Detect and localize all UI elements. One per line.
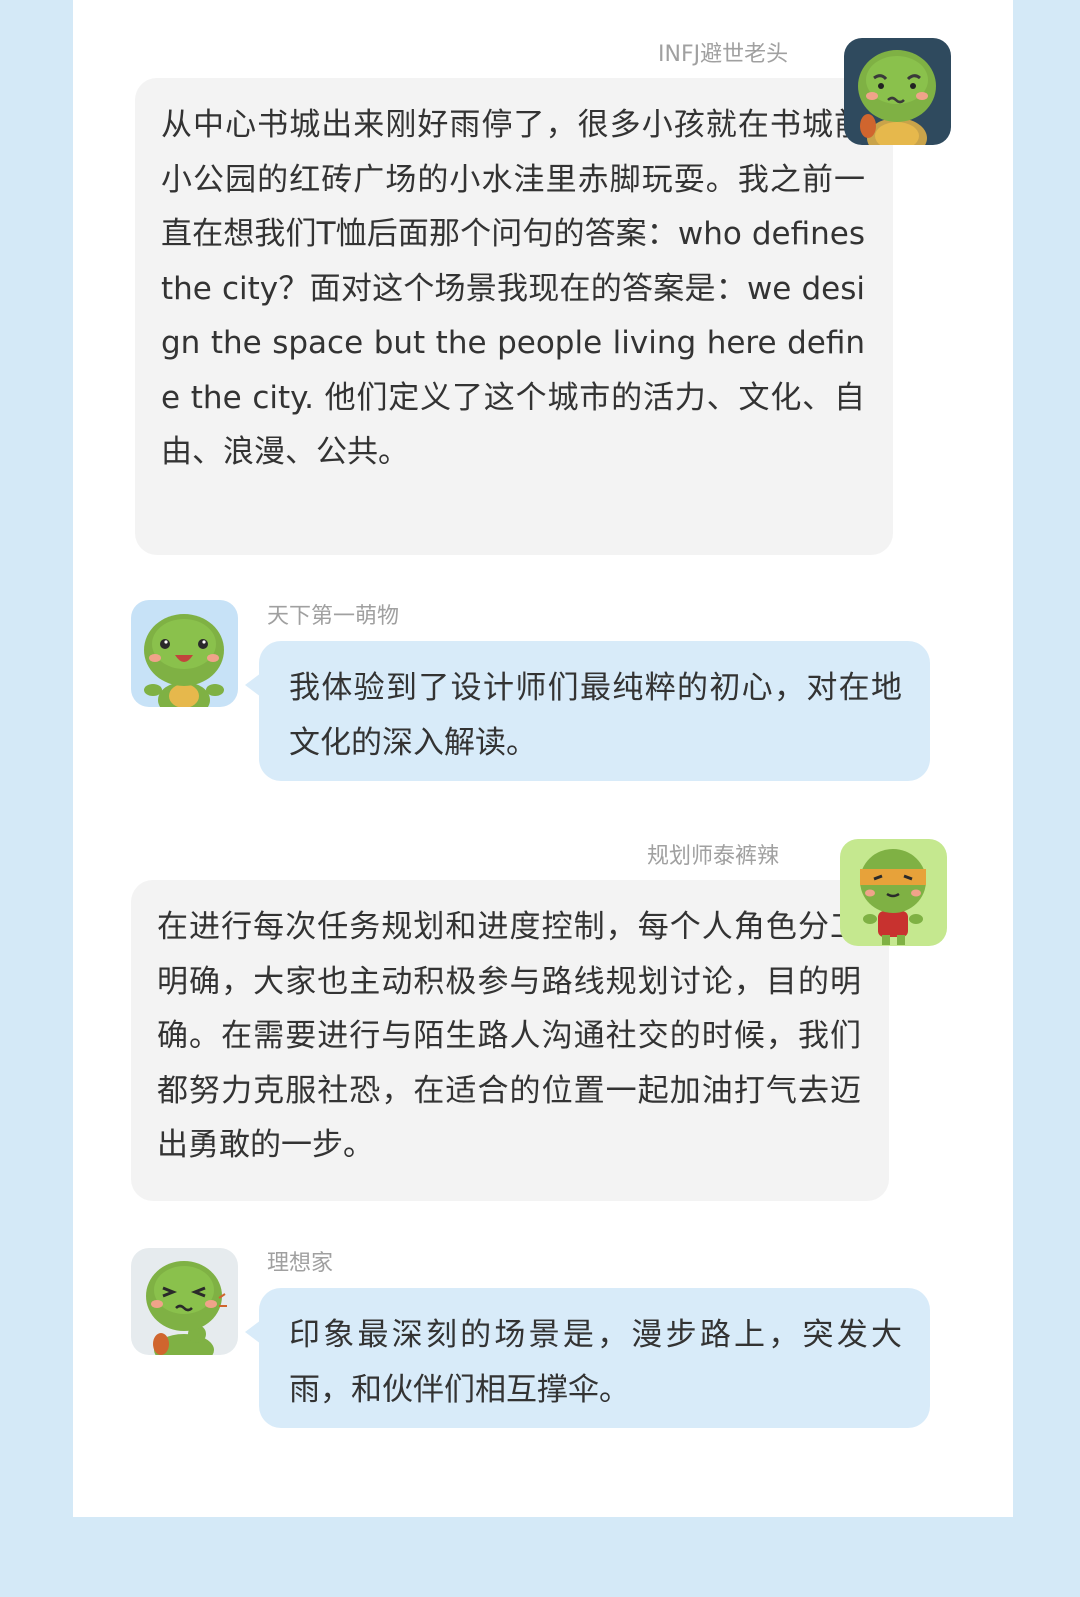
turtle-smiling-avatar-icon[interactable]	[131, 600, 238, 707]
sender-name: 天下第一萌物	[267, 604, 400, 629]
page-frame: INFJ避世老头 从中心书城出来刚好雨停了，很多小孩就在书城前小公园的红砖广场的…	[0, 0, 1080, 1597]
message-bubble: 我体验到了设计师们最纯粹的初心，对在地文化的深入解读。	[245, 641, 930, 781]
sender-name: 理想家	[267, 1251, 334, 1276]
turtle-worried-avatar-icon[interactable]	[844, 38, 951, 145]
turtle-grumpy-avatar-icon[interactable]	[131, 1248, 238, 1355]
sender-name: 规划师泰裤辣	[647, 844, 780, 869]
turtle-ninja-avatar-icon[interactable]	[840, 839, 947, 946]
message-bubble: 印象最深刻的场景是，漫步路上，突发大雨，和伙伴们相互撑伞。	[245, 1288, 930, 1428]
chat-card: INFJ避世老头 从中心书城出来刚好雨停了，很多小孩就在书城前小公园的红砖广场的…	[73, 0, 1013, 1517]
message-bubble: 从中心书城出来刚好雨停了，很多小孩就在书城前小公园的红砖广场的小水洼里赤脚玩耍。…	[135, 78, 907, 555]
message-bubble: 在进行每次任务规划和进度控制，每个人角色分工明确，大家也主动积极参与路线规划讨论…	[131, 880, 903, 1201]
sender-name: INFJ避世老头	[658, 42, 789, 67]
